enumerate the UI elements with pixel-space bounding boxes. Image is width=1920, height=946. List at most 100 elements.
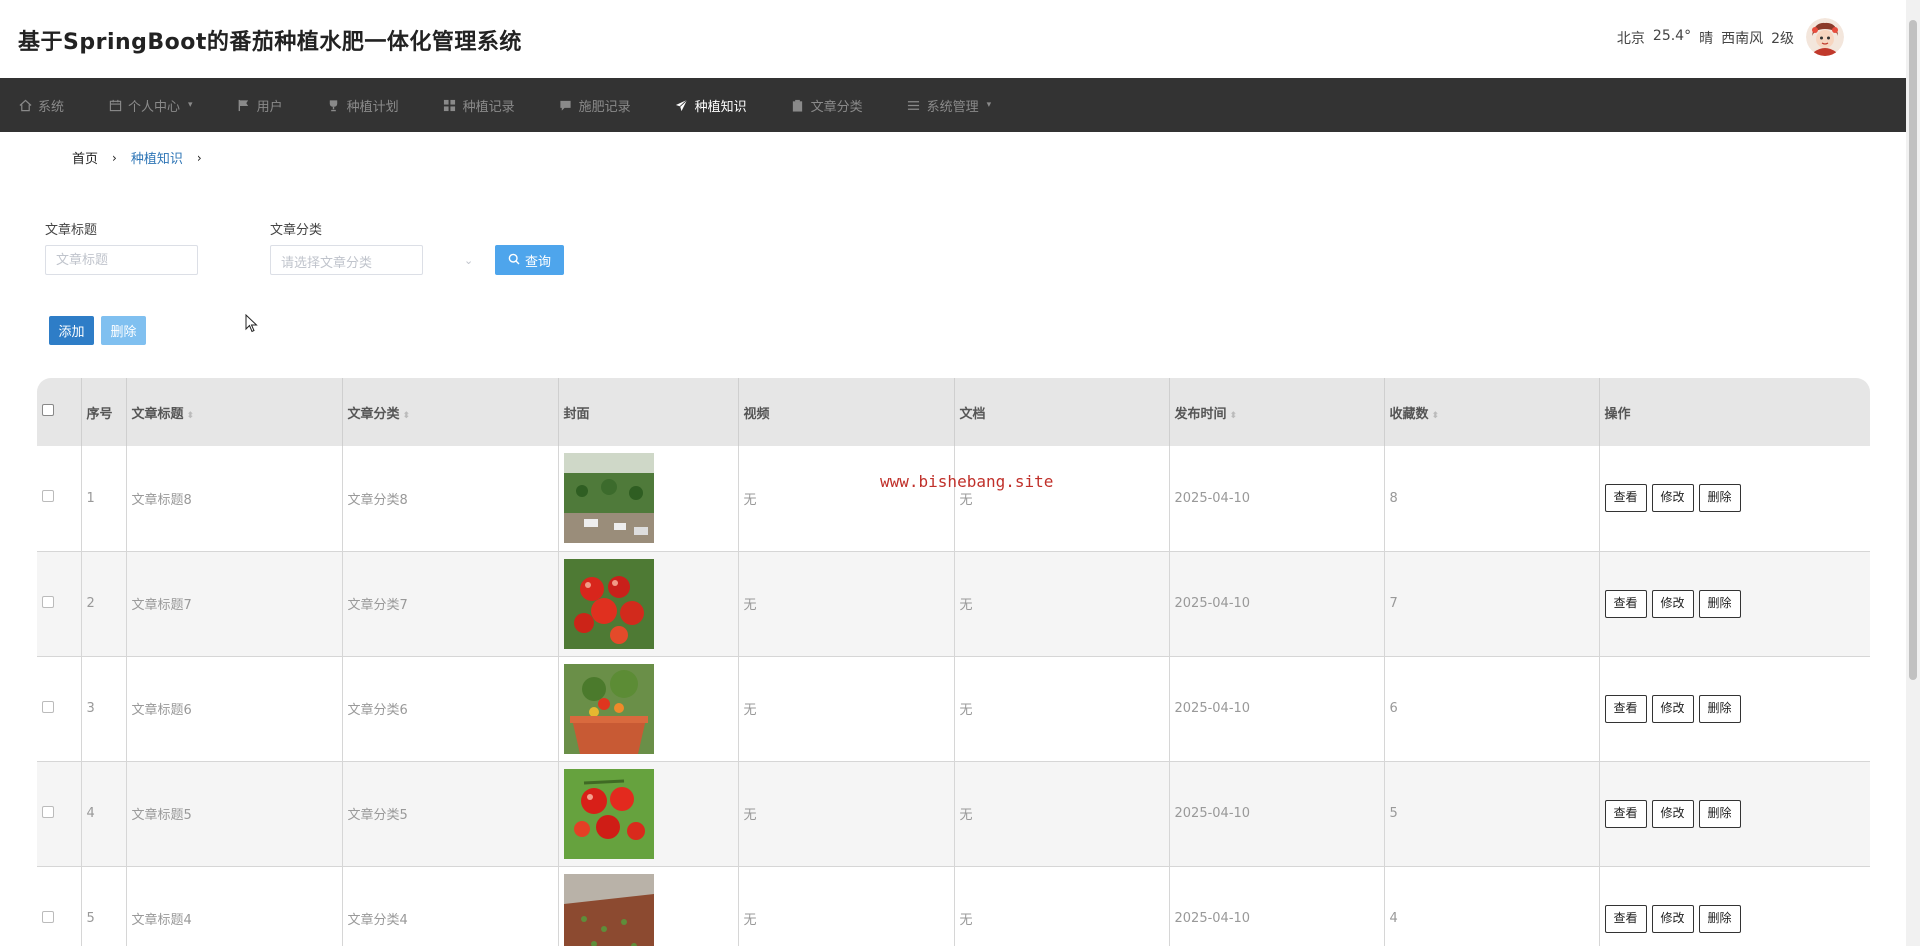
- cover-image[interactable]: [563, 453, 738, 544]
- cell-ops: 查看 修改 删除: [1599, 656, 1870, 762]
- cell-title: 文章标题8: [126, 446, 343, 552]
- row-checkbox[interactable]: [42, 700, 54, 713]
- view-button[interactable]: 查看: [1604, 904, 1647, 933]
- nav-label: 施肥记录: [578, 99, 631, 115]
- cell-favorites: 7: [1384, 551, 1600, 657]
- view-button[interactable]: 查看: [1604, 799, 1647, 828]
- table-row[interactable]: 2 文章标题7 文章分类7 无无 2025-04-10 7 查看 修改 删除: [37, 551, 1870, 657]
- row-select-cell: [37, 656, 82, 762]
- select-all-checkbox[interactable]: [42, 404, 54, 416]
- col-category-label: 文章分类: [347, 406, 400, 422]
- col-publish-time[interactable]: 发布时间 ⬍: [1169, 378, 1385, 446]
- row-select-cell: [37, 446, 82, 552]
- sort-icon[interactable]: ⬍: [1432, 411, 1440, 421]
- nav-label: 种植计划: [346, 99, 399, 115]
- title-search-input[interactable]: [45, 245, 198, 275]
- cell-video: 无: [738, 761, 955, 867]
- edit-button[interactable]: 修改: [1651, 799, 1694, 828]
- edit-button[interactable]: 修改: [1651, 694, 1694, 723]
- row-select-cell: [37, 551, 82, 657]
- row-checkbox[interactable]: [42, 910, 54, 923]
- edit-button[interactable]: 修改: [1651, 904, 1694, 933]
- page-scrollbar[interactable]: [1906, 0, 1920, 946]
- delete-button[interactable]: 删除: [1698, 799, 1741, 828]
- app-header: 基于SpringBoot的番茄种植水肥一体化管理系统 北京 25.4° 晴 西南…: [0, 0, 1906, 78]
- col-favorites[interactable]: 收藏数 ⬍: [1384, 378, 1600, 446]
- sort-icon[interactable]: ⬍: [1230, 411, 1238, 421]
- chevron-down-icon[interactable]: ⌄: [464, 254, 473, 267]
- view-button[interactable]: 查看: [1604, 589, 1647, 618]
- nav-item-system[interactable]: 系统: [18, 96, 64, 115]
- cell-cover: [558, 551, 739, 657]
- cover-image[interactable]: [563, 663, 738, 754]
- nav-item-personal-center[interactable]: 个人中心 ▾: [108, 96, 193, 115]
- weather-level: 2级: [1771, 31, 1794, 47]
- edit-button[interactable]: 修改: [1651, 589, 1694, 618]
- cell-ops: 查看 修改 删除: [1599, 761, 1870, 867]
- query-button-label: 查询: [524, 253, 551, 269]
- query-button[interactable]: 查询: [495, 245, 564, 275]
- chevron-down-icon: ▾: [188, 100, 193, 110]
- cover-image[interactable]: [563, 873, 738, 946]
- cell-publish-time: 2025-04-10: [1169, 866, 1385, 946]
- row-checkbox[interactable]: [42, 805, 54, 818]
- breadcrumb-current[interactable]: 种植知识: [131, 148, 183, 167]
- cell-category: 文章分类6: [342, 656, 559, 762]
- scrollbar-thumb[interactable]: [1909, 20, 1917, 680]
- table-row[interactable]: 3 文章标题6 文章分类6 无无 2025-04-10 6 查看 修改 删除: [37, 656, 1870, 762]
- cell-publish-time: 2025-04-10: [1169, 761, 1385, 867]
- nav-item-planting-record[interactable]: 种植记录: [443, 96, 515, 115]
- cell-category: 文章分类5: [342, 761, 559, 867]
- cover-image[interactable]: [563, 768, 738, 859]
- nav-label: 系统管理: [926, 99, 979, 115]
- delete-button[interactable]: 删除: [1698, 694, 1741, 723]
- nav-item-planting-knowledge[interactable]: 种植知识: [675, 96, 747, 115]
- batch-delete-button[interactable]: 删除: [101, 316, 146, 345]
- home-icon: [18, 98, 32, 112]
- breadcrumb-home[interactable]: 首页: [72, 148, 98, 167]
- nav-label: 系统: [38, 99, 65, 115]
- cell-title: 文章标题7: [126, 551, 343, 657]
- paper-plane-icon: [675, 98, 689, 112]
- row-checkbox[interactable]: [42, 595, 54, 608]
- sort-icon[interactable]: ⬍: [187, 411, 195, 421]
- add-button[interactable]: 添加: [49, 316, 94, 345]
- cell-cover: [558, 761, 739, 867]
- cover-image[interactable]: [563, 558, 738, 649]
- nav-item-user[interactable]: 用户: [237, 96, 283, 115]
- table-row[interactable]: 4 文章标题5 文章分类5 无无 2025-04-10 5 查看 修改 删除: [37, 761, 1870, 867]
- weather-condition: 晴: [1699, 31, 1714, 47]
- col-publish-time-label: 发布时间: [1174, 406, 1227, 422]
- table-row[interactable]: 1 文章标题8 文章分类8 无无 2025-04-10 8 查看 修改 删除: [37, 446, 1870, 552]
- weather-city: 北京: [1616, 31, 1645, 47]
- nav-item-fertilizer-record[interactable]: 施肥记录: [559, 96, 631, 115]
- cell-doc: 无: [954, 551, 1170, 657]
- view-button[interactable]: 查看: [1604, 484, 1647, 513]
- nav-label: 种植知识: [694, 99, 747, 115]
- cell-cover: [558, 866, 739, 946]
- cell-category: 文章分类8: [342, 446, 559, 552]
- cell-publish-time: 2025-04-10: [1169, 446, 1385, 552]
- category-filter-label: 文章分类: [270, 223, 323, 238]
- nav-item-planting-plan[interactable]: 种植计划: [327, 96, 399, 115]
- cell-index: 4: [81, 761, 127, 867]
- nav-item-system-management[interactable]: 系统管理 ▾: [907, 96, 991, 115]
- delete-button[interactable]: 删除: [1698, 904, 1741, 933]
- cell-favorites: 8: [1384, 446, 1600, 552]
- col-title[interactable]: 文章标题 ⬍: [126, 378, 343, 446]
- cell-doc: 无: [954, 656, 1170, 762]
- table-row[interactable]: 5 文章标题4 文章分类4 无无 2025-04-10 4 查看 修改 删除: [37, 866, 1870, 946]
- category-select[interactable]: 请选择文章分类: [270, 245, 423, 275]
- nav-item-article-category[interactable]: 文章分类: [791, 96, 863, 115]
- edit-button[interactable]: 修改: [1651, 484, 1694, 513]
- user-avatar[interactable]: [1806, 18, 1844, 56]
- view-button[interactable]: 查看: [1604, 694, 1647, 723]
- clipboard-icon: [791, 98, 805, 112]
- cell-doc: 无: [954, 866, 1170, 946]
- cell-index: 5: [81, 866, 127, 946]
- row-checkbox[interactable]: [42, 490, 54, 503]
- col-category[interactable]: 文章分类 ⬍: [342, 378, 559, 446]
- delete-button[interactable]: 删除: [1698, 589, 1741, 618]
- delete-button[interactable]: 删除: [1698, 484, 1741, 513]
- sort-icon[interactable]: ⬍: [403, 411, 411, 421]
